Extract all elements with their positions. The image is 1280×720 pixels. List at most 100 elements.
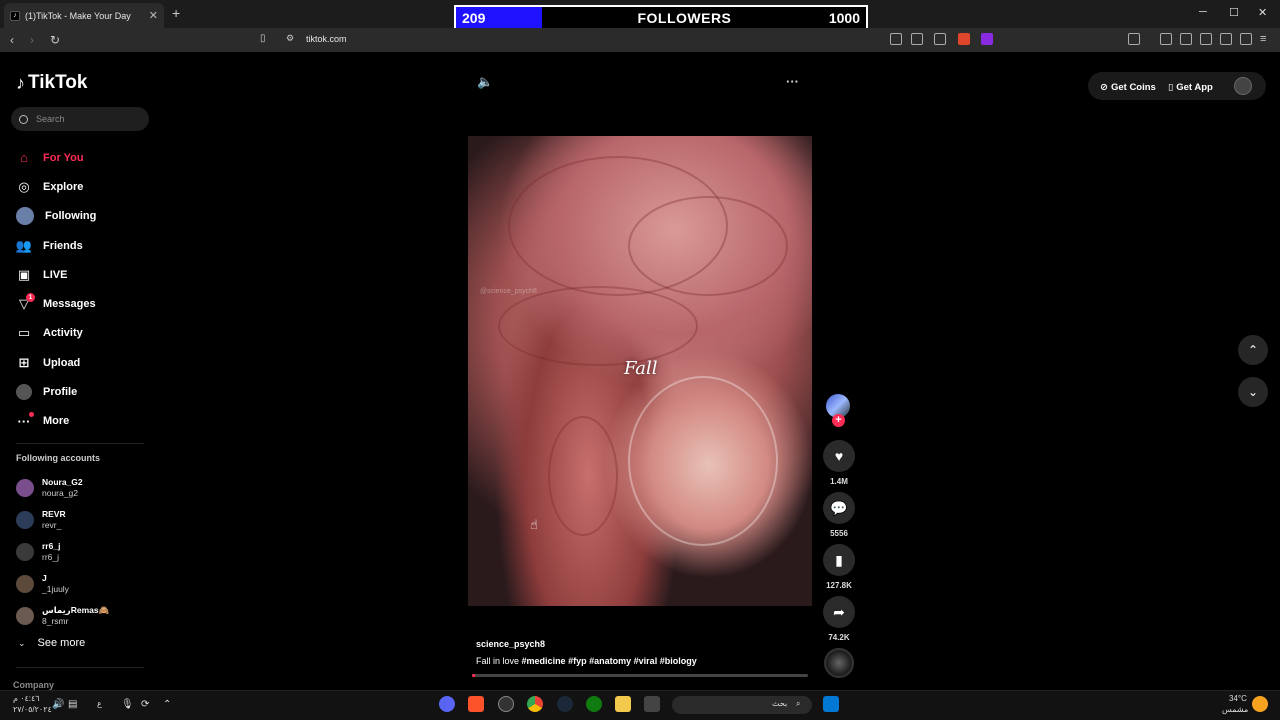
chrome-icon[interactable]: [527, 696, 543, 712]
menu-icon[interactable]: ≡: [1260, 33, 1266, 45]
more-icon: ···: [16, 412, 34, 429]
account-item[interactable]: ريماسRemas🙈 8_rsmr: [16, 600, 109, 632]
tab-close-icon[interactable]: ✕: [149, 9, 158, 22]
search-input[interactable]: Search: [11, 107, 149, 131]
xbox-icon[interactable]: [586, 696, 602, 712]
sidebar-item-explore[interactable]: ◎ Explore: [16, 172, 156, 201]
hashtag[interactable]: #medicine: [522, 656, 566, 666]
hashtag[interactable]: #fyp: [568, 656, 587, 666]
followers-goal: 1000: [828, 10, 860, 26]
sidebar-item-for-you[interactable]: ⌂ For You: [16, 143, 156, 172]
bookmark-icon[interactable]: ▯: [260, 33, 266, 44]
tab-title: (1)TikTok - Make Your Day: [25, 10, 131, 21]
brave-icon[interactable]: [468, 696, 484, 712]
next-video-button[interactable]: ⌄: [1238, 377, 1268, 407]
cast-icon[interactable]: [911, 33, 923, 45]
save-button[interactable]: ▮ 127.8K: [823, 544, 855, 590]
sidebar-item-more[interactable]: ··· More: [16, 407, 156, 436]
comment-button[interactable]: 💬 5556: [823, 492, 855, 538]
get-app-button[interactable]: ▯ Get App: [1168, 76, 1213, 98]
network-tray-icon[interactable]: ▤: [68, 699, 77, 710]
brave-rewards-icon[interactable]: [981, 33, 993, 45]
sync-tray-icon[interactable]: ⟳: [141, 699, 149, 710]
brave-shield-icon[interactable]: [958, 33, 970, 45]
sidebar-item-label: Friends: [43, 239, 83, 252]
file-explorer-icon[interactable]: [615, 696, 631, 712]
more-options-icon[interactable]: ···: [786, 74, 799, 89]
discord-icon[interactable]: [439, 696, 455, 712]
extension-icon[interactable]: [890, 33, 902, 45]
sidebar-item-label: Messages: [43, 298, 96, 311]
reload-icon[interactable]: ↻: [50, 33, 60, 47]
video-author[interactable]: science_psych8: [476, 639, 545, 649]
see-more-button[interactable]: ⌄ See more: [18, 637, 85, 649]
brain-fold: [628, 196, 788, 296]
video-player[interactable]: @science_psych8 Fall: [468, 136, 812, 606]
screenshot-icon[interactable]: [1128, 33, 1140, 45]
vpn-icon[interactable]: [1240, 33, 1252, 45]
sidebar-item-live[interactable]: ▣ LIVE: [16, 260, 156, 289]
clock-date: ٢٧/٠٥/٢٠٢٤: [13, 705, 52, 714]
store-icon[interactable]: [644, 696, 660, 712]
leo-ai-icon[interactable]: [1220, 33, 1232, 45]
share-button[interactable]: ➦ 74.2K: [823, 596, 855, 642]
account-item[interactable]: J _1juuly: [16, 568, 109, 600]
music-disc-icon[interactable]: [824, 648, 854, 678]
weather-sun-icon[interactable]: [1252, 696, 1268, 712]
url-field[interactable]: tiktok.com: [306, 34, 347, 44]
follow-button[interactable]: +: [832, 414, 845, 427]
volume-tray-icon[interactable]: 🔊: [52, 699, 64, 710]
previous-video-button[interactable]: ⌃: [1238, 335, 1268, 365]
account-item[interactable]: rr6_j rr6_j: [16, 536, 109, 568]
profile-icon: [16, 384, 32, 401]
close-window-button[interactable]: ✕: [1258, 6, 1267, 19]
search-icon: [19, 114, 28, 124]
minimize-button[interactable]: ─: [1199, 6, 1207, 18]
back-icon[interactable]: ‹: [10, 33, 14, 47]
hashtag[interactable]: #biology: [660, 656, 697, 666]
steam-icon[interactable]: [557, 696, 573, 712]
tiktok-note-icon: ♪: [16, 72, 25, 93]
company-link[interactable]: Company: [13, 680, 54, 690]
cerebellum: [628, 376, 778, 546]
sidebar-item-upload[interactable]: ⊞ Upload: [16, 348, 156, 377]
tiktok-logo[interactable]: ♪ TikTok: [16, 72, 87, 94]
obs-icon[interactable]: [498, 696, 514, 712]
taskbar-search[interactable]: بحث ⌕: [672, 696, 812, 714]
account-handle: rr6_j: [42, 552, 60, 562]
coin-icon: ⊘: [1100, 81, 1108, 93]
maximize-button[interactable]: ☐: [1229, 6, 1239, 19]
sidebar-nav: ⌂ For You ◎ Explore Following 👥 Friends …: [16, 143, 156, 436]
wallet-icon[interactable]: [1200, 33, 1212, 45]
account-item[interactable]: REVR revr_: [16, 504, 109, 536]
video-progress-bar[interactable]: [472, 674, 808, 677]
sidebar-item-activity[interactable]: ▭ Activity: [16, 319, 156, 348]
sidebar-item-following[interactable]: Following: [16, 202, 156, 231]
following-avatar-icon: [16, 207, 34, 226]
forward-icon[interactable]: ›: [30, 33, 34, 47]
windows-start-icon[interactable]: [823, 696, 839, 712]
mic-tray-icon[interactable]: 🎙: [121, 699, 134, 710]
sidebar-toggle-icon[interactable]: [1180, 33, 1192, 45]
hashtag[interactable]: #viral: [634, 656, 658, 666]
get-coins-button[interactable]: ⊘ Get Coins: [1100, 76, 1156, 98]
phone-icon: ▯: [1168, 81, 1174, 93]
media-icon[interactable]: [1160, 33, 1172, 45]
sidebar-item-messages[interactable]: ▽ 1 Messages: [16, 289, 156, 318]
volume-icon[interactable]: 🔈: [477, 74, 493, 90]
sidebar-item-profile[interactable]: Profile: [16, 377, 156, 406]
browser-tab[interactable]: ♪ (1)TikTok - Make Your Day ✕: [4, 3, 164, 28]
language-tray-icon[interactable]: ع: [97, 699, 102, 708]
like-button[interactable]: ♥ 1.4M: [823, 440, 855, 486]
account-item[interactable]: Noura_G2 noura_g2: [16, 472, 109, 504]
tray-overflow-icon[interactable]: ⌃: [163, 699, 171, 710]
video-description: Fall in love #medicine #fyp #anatomy #vi…: [476, 656, 697, 666]
site-info-icon[interactable]: ⚙: [286, 33, 294, 44]
user-avatar[interactable]: [1234, 77, 1252, 95]
account-name: rr6_j: [42, 541, 61, 551]
new-tab-button[interactable]: +: [172, 5, 180, 21]
share-icon[interactable]: [934, 33, 946, 45]
avatar: [16, 575, 34, 593]
hashtag[interactable]: #anatomy: [589, 656, 631, 666]
sidebar-item-friends[interactable]: 👥 Friends: [16, 231, 156, 260]
